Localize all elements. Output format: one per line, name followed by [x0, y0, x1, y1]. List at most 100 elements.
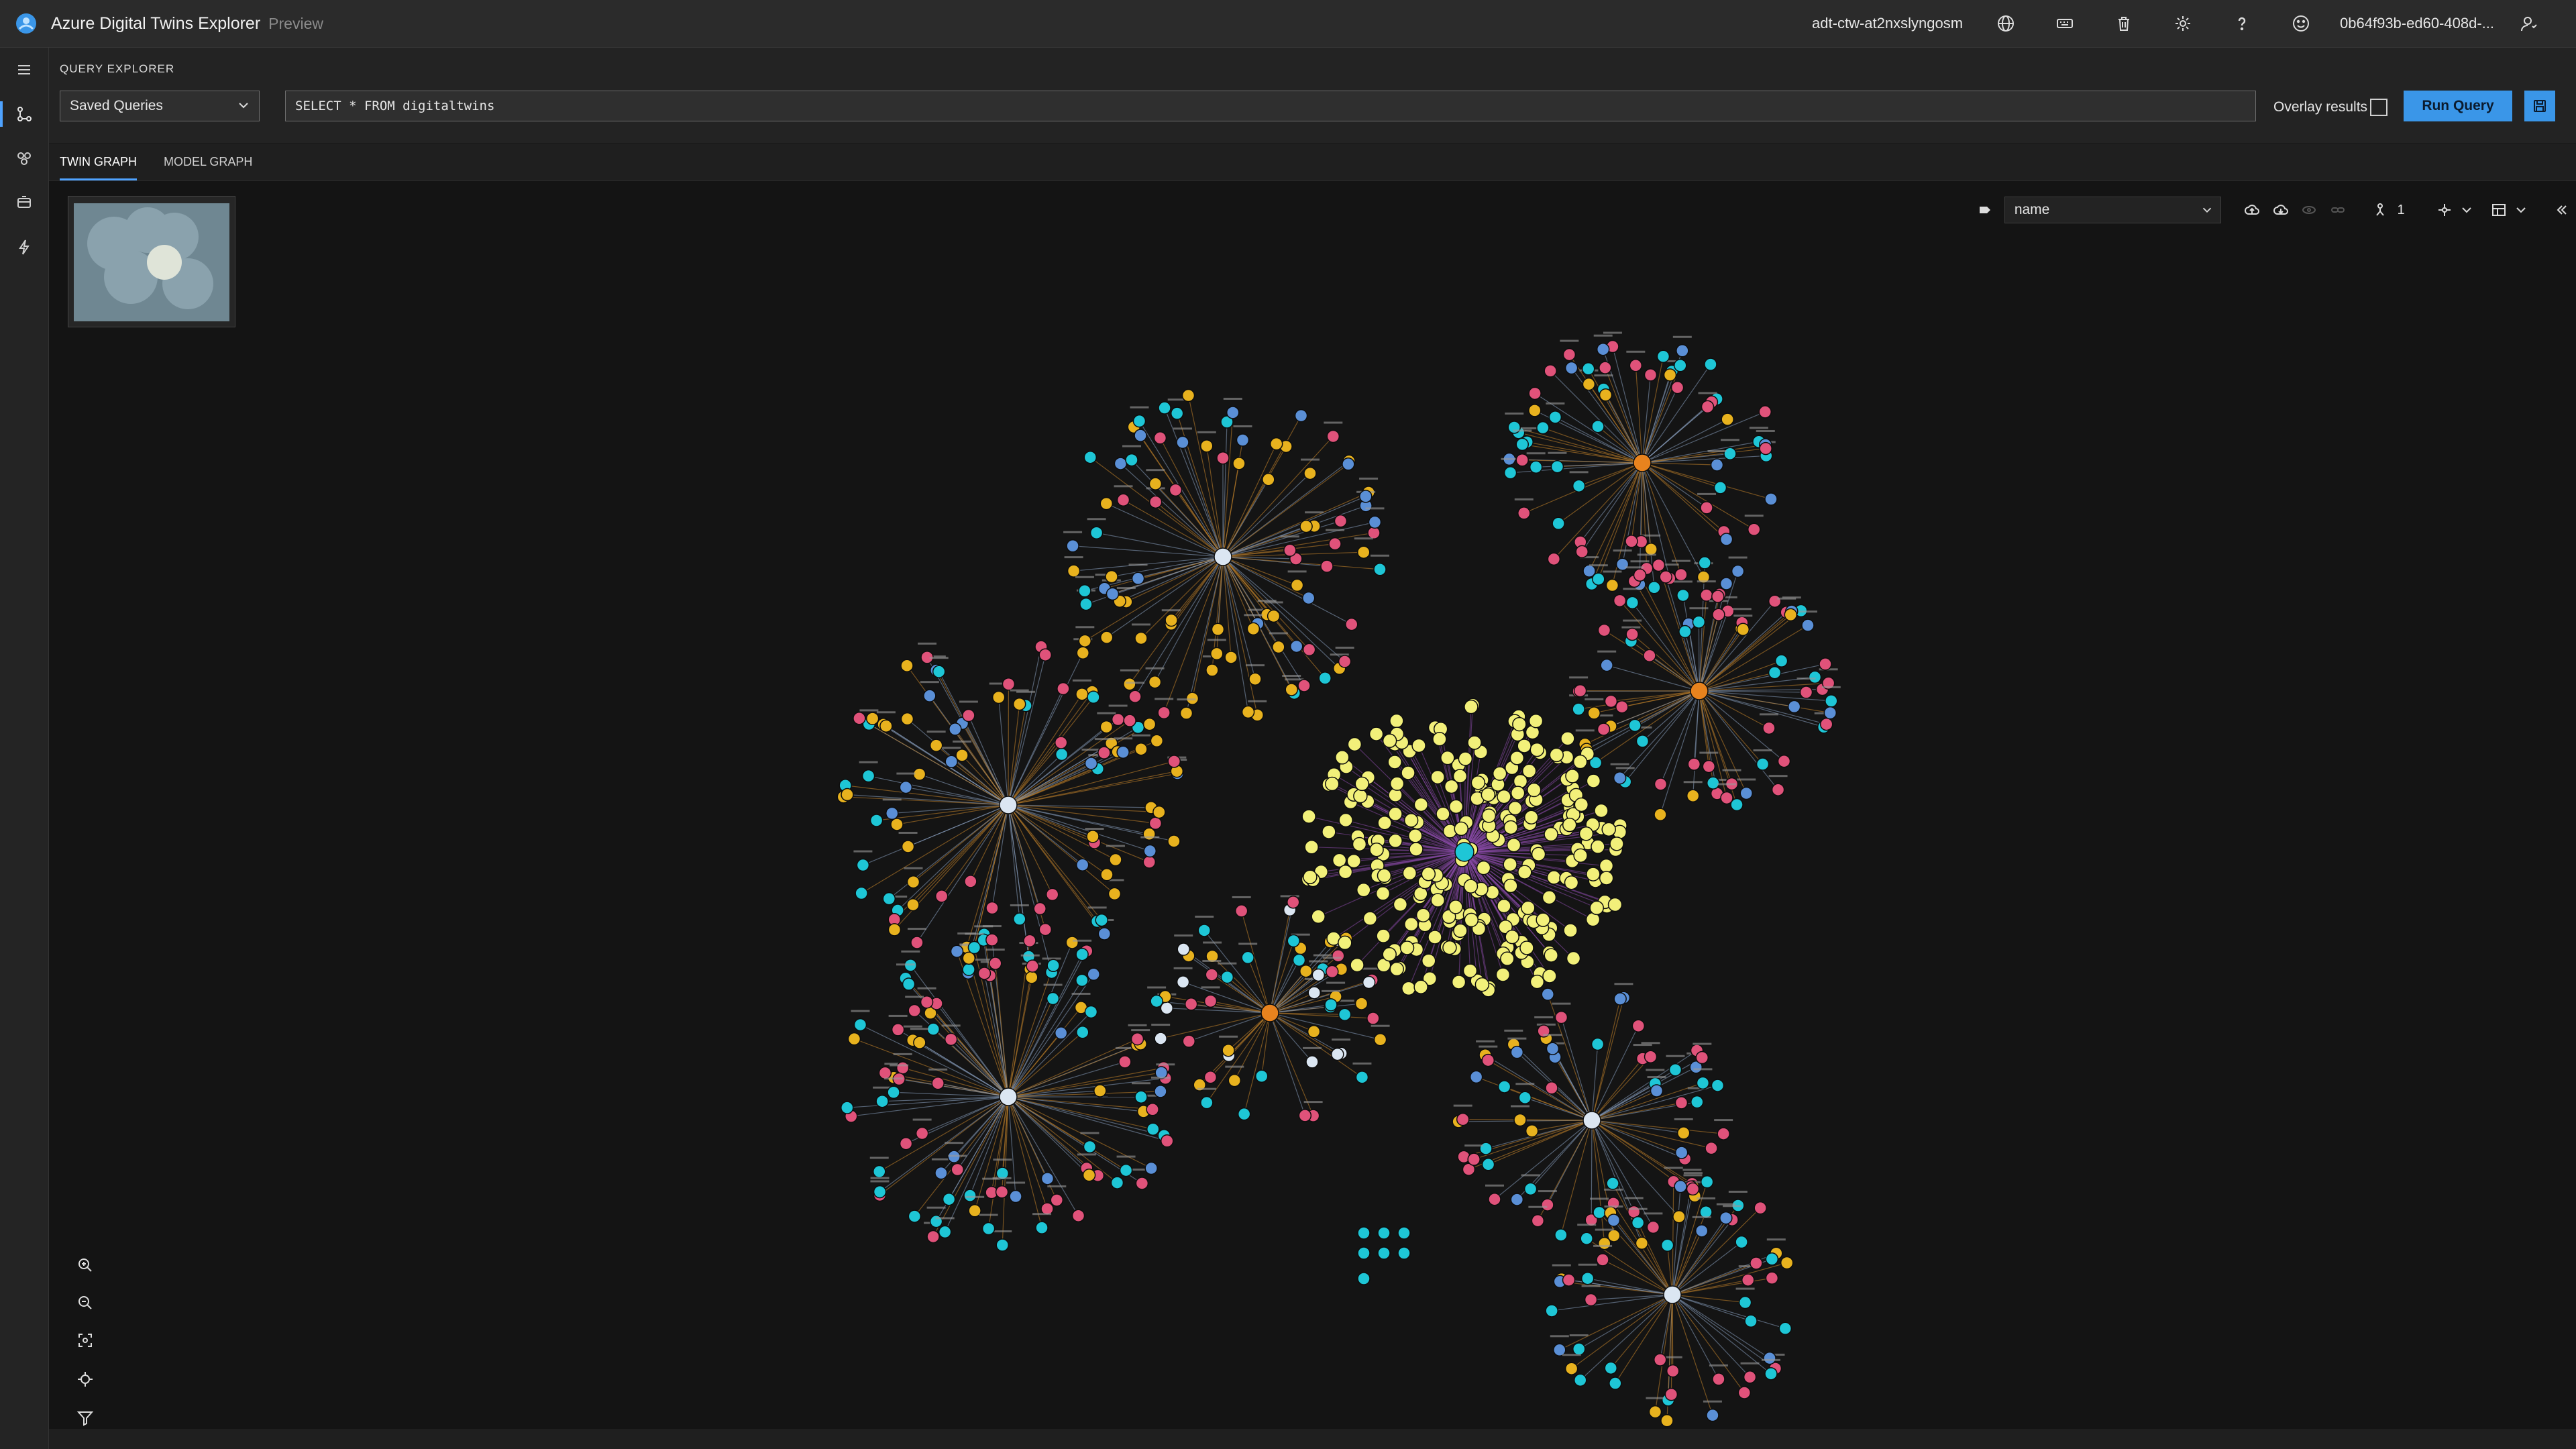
twin-node[interactable]	[1114, 457, 1128, 470]
twin-node[interactable]	[1510, 1193, 1524, 1206]
twin-node[interactable]	[873, 1185, 887, 1199]
twin-node[interactable]	[1401, 981, 1416, 996]
twin-node[interactable]	[1503, 857, 1517, 872]
display-label-dropdown[interactable]: name	[2004, 197, 2222, 223]
twin-node[interactable]	[1474, 977, 1490, 992]
twin-node[interactable]	[1584, 1293, 1598, 1307]
twin-node[interactable]	[1328, 537, 1342, 551]
twin-node[interactable]	[1481, 808, 1497, 823]
twin-node[interactable]	[1097, 927, 1112, 941]
twin-node[interactable]	[1200, 1095, 1214, 1110]
twin-node[interactable]	[1686, 1182, 1700, 1196]
twin-node[interactable]	[1116, 745, 1130, 759]
twin-node[interactable]	[1762, 721, 1776, 735]
twin-node[interactable]	[1572, 702, 1585, 716]
keyboard-icon[interactable]	[2045, 3, 2085, 44]
twin-node[interactable]	[1182, 1034, 1196, 1048]
twin-node[interactable]	[1241, 705, 1255, 719]
twin-node[interactable]	[1495, 967, 1511, 982]
twin-node[interactable]	[1586, 867, 1601, 881]
twin-node[interactable]	[1629, 359, 1643, 372]
twin-node[interactable]	[1704, 358, 1717, 371]
twin-node[interactable]	[1167, 755, 1181, 768]
twin-node[interactable]	[1706, 776, 1720, 790]
twin-node[interactable]	[1146, 1102, 1159, 1116]
twin-node[interactable]	[1546, 870, 1562, 885]
twin-node[interactable]	[1544, 364, 1557, 378]
twin-node[interactable]	[1573, 684, 1587, 698]
twin-node[interactable]	[1071, 1209, 1085, 1222]
twin-node[interactable]	[1123, 714, 1136, 727]
twin-node[interactable]	[1674, 359, 1687, 372]
twin-node[interactable]	[1653, 1353, 1667, 1366]
account-icon[interactable]	[2509, 3, 2549, 44]
twin-node[interactable]	[1787, 700, 1801, 714]
twin-node[interactable]	[926, 1022, 941, 1036]
twin-node[interactable]	[1105, 570, 1118, 584]
twin-node[interactable]	[1580, 1271, 1595, 1285]
twin-node[interactable]	[1338, 655, 1352, 668]
twin-node[interactable]	[1135, 1177, 1149, 1190]
twin-node[interactable]	[1523, 1182, 1538, 1196]
twin-node[interactable]	[1764, 1367, 1778, 1381]
twin-node[interactable]	[1125, 453, 1138, 467]
twin-node[interactable]	[1631, 1019, 1646, 1033]
link-icon[interactable]	[2324, 195, 2353, 225]
feedback-smiley-icon[interactable]	[2281, 3, 2321, 44]
twin-node[interactable]	[1123, 677, 1136, 691]
twin-node[interactable]	[1674, 1096, 1688, 1110]
twin-node[interactable]	[926, 1230, 940, 1244]
twin-node[interactable]	[1100, 868, 1114, 881]
twin-node[interactable]	[1581, 362, 1595, 376]
twin-node[interactable]	[1350, 957, 1364, 973]
expansion-hops-value[interactable]: 1	[2398, 203, 2421, 218]
twin-node[interactable]	[1108, 887, 1122, 901]
twin-node[interactable]	[951, 1163, 965, 1177]
twin-node[interactable]	[1082, 1168, 1096, 1182]
twin-node[interactable]	[968, 1204, 981, 1218]
twin-node[interactable]	[1615, 557, 1629, 571]
twin-node[interactable]	[1565, 769, 1580, 784]
twin-node[interactable]	[1033, 902, 1046, 916]
twin-node[interactable]	[1428, 930, 1442, 945]
twin-node[interactable]	[1142, 827, 1156, 841]
twin-node[interactable]	[1388, 833, 1403, 849]
twin-node[interactable]	[1119, 1163, 1133, 1177]
twin-node[interactable]	[1765, 1271, 1779, 1285]
twin-node[interactable]	[1580, 1232, 1593, 1245]
twin-node[interactable]	[1324, 998, 1338, 1012]
twin-node[interactable]	[1142, 855, 1157, 869]
twin-node[interactable]	[1696, 1076, 1710, 1090]
twin-node[interactable]	[1600, 658, 1613, 672]
twin-node[interactable]	[1777, 754, 1791, 768]
twin-node[interactable]	[1083, 450, 1097, 464]
twin-node[interactable]	[1515, 437, 1529, 451]
twin-node[interactable]	[1013, 912, 1026, 926]
twin-node[interactable]	[1700, 501, 1713, 515]
twin-node[interactable]	[1177, 943, 1190, 956]
twin-node[interactable]	[929, 1214, 943, 1228]
twin-node[interactable]	[1299, 519, 1313, 533]
twin-node[interactable]	[1301, 591, 1316, 605]
upload-cloud-icon[interactable]	[2237, 195, 2266, 225]
zoom-in-icon[interactable]	[68, 1248, 103, 1283]
twin-node[interactable]	[1736, 623, 1750, 637]
twin-node[interactable]	[1758, 405, 1772, 419]
twin-node[interactable]	[1046, 991, 1060, 1006]
twin-node[interactable]	[938, 1225, 952, 1239]
twin-node[interactable]	[1099, 631, 1114, 644]
twin-node[interactable]	[1436, 806, 1450, 822]
twin-node[interactable]	[1678, 625, 1692, 639]
twin-node[interactable]	[1503, 878, 1518, 894]
twin-node[interactable]	[1719, 577, 1733, 590]
twin-node[interactable]	[991, 690, 1006, 704]
twin-node[interactable]	[1710, 458, 1724, 472]
twin-node[interactable]	[865, 712, 879, 725]
environment-name[interactable]: adt-ctw-at2nxslyngosm	[1812, 15, 1963, 32]
twin-node[interactable]	[1541, 987, 1555, 1001]
twin-node[interactable]	[1285, 683, 1298, 696]
twin-node[interactable]	[1357, 1272, 1371, 1285]
twin-node[interactable]	[873, 1165, 886, 1179]
twin-node[interactable]	[1075, 973, 1089, 987]
twin-node[interactable]	[1596, 342, 1610, 356]
